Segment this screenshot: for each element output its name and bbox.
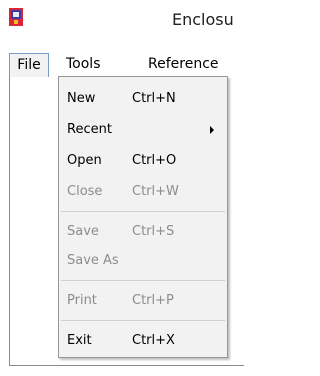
menu-separator [61,280,225,281]
menu-reference[interactable]: Reference [148,53,219,77]
menu-item-print[interactable]: Print Ctrl+P [59,289,227,313]
window-frame-bottom [9,365,244,366]
menu-bar: File Tools Reference [9,53,244,77]
menu-item-shortcut: Ctrl+X [132,333,175,348]
window-frame-left [9,76,10,366]
app-flag-icon[interactable] [9,8,23,26]
menu-item-exit[interactable]: Exit Ctrl+X [59,329,227,353]
menu-item-label: Save As [67,253,119,268]
menu-item-label: Print [67,293,97,308]
window-title: Enclosu [172,10,234,29]
menu-item-open[interactable]: Open Ctrl+O [59,149,227,173]
title-bar: Enclosu [0,0,244,42]
file-dropdown-menu: New Ctrl+N Recent Open Ctrl+O Close Ctrl… [58,76,228,358]
menu-separator [61,211,225,212]
menu-item-shortcut: Ctrl+W [132,184,179,199]
menu-item-label: Open [67,153,102,168]
menu-separator [61,320,225,321]
menu-item-new[interactable]: New Ctrl+N [59,87,227,111]
menu-item-close[interactable]: Close Ctrl+W [59,180,227,204]
menu-file[interactable]: File [9,53,49,77]
menu-item-shortcut: Ctrl+P [132,293,174,308]
menu-item-label: Exit [67,333,92,348]
menu-item-shortcut: Ctrl+S [132,224,175,239]
menu-item-label: Recent [67,122,112,137]
menu-item-label: New [67,91,96,106]
menu-item-shortcut: Ctrl+O [132,153,177,168]
menu-tools[interactable]: Tools [66,53,101,77]
menu-item-label: Save [67,224,99,239]
menu-item-recent[interactable]: Recent [59,118,227,142]
menu-item-label: Close [67,184,103,199]
menu-item-shortcut: Ctrl+N [132,91,176,106]
submenu-arrow-icon [210,126,214,134]
menu-item-save-as[interactable]: Save As [59,249,227,273]
menu-item-save[interactable]: Save Ctrl+S [59,220,227,244]
